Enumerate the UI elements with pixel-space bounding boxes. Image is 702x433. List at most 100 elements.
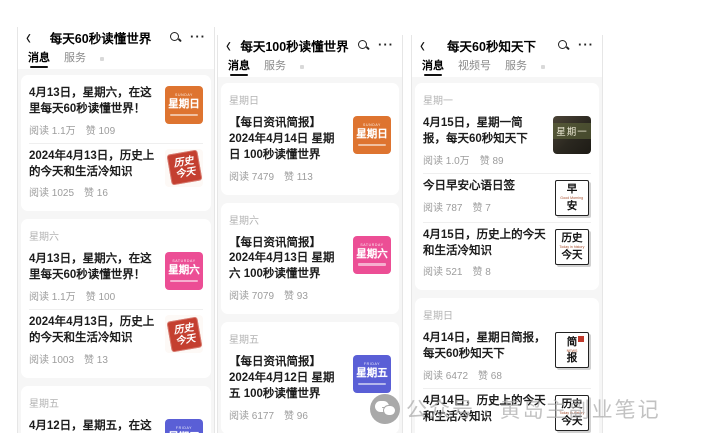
message-section-card: 星期日4月14日，星期日简报，每天60秒知天下阅读 6472赞 68简NEWS报…	[415, 298, 599, 433]
history-today-seal-thumb[interactable]: 历史今天	[165, 149, 203, 187]
tab-消息[interactable]: 消息	[228, 57, 250, 77]
article-text: 4月12日，星期五，在这里每天60秒读懂世界！阅读 1.3万赞 120	[29, 419, 157, 433]
header-icons: ···	[358, 40, 394, 51]
news-brief-card-thumb[interactable]: 简NEWS报	[555, 332, 589, 368]
article-item[interactable]: 4月13日，星期六，在这里每天60秒读懂世界！阅读 1.1万赞 100SATUR…	[29, 247, 203, 309]
tab-服务[interactable]: 服务	[264, 57, 286, 77]
article-title: 4月13日，星期六，在这里每天60秒读懂世界！	[29, 86, 157, 118]
section-weekday-label: 星期一	[423, 89, 591, 111]
article-item[interactable]: 今日早安心语日签阅读 787赞 7早Good Morning安	[423, 173, 591, 222]
card-thumb-subtitle: Today in history	[559, 411, 584, 416]
saturday-thumb[interactable]: SATURDAY星期六	[353, 236, 391, 274]
article-title: 2024年4月13日，历史上的今天和生活冷知识	[29, 149, 157, 181]
card-thumb-subtitle: NEWS	[567, 348, 578, 353]
article-title: 4月14日，历史上的今天和生活冷知识	[423, 394, 547, 426]
article-text: 【每日资讯简报】2024年4月13日 星期六 100秒读懂世界阅读 7079赞 …	[229, 236, 345, 303]
back-button[interactable]: ‹	[26, 27, 31, 48]
more-icon[interactable]: ···	[378, 41, 394, 49]
article-meta: 阅读 7479赞 113	[229, 168, 345, 183]
article-item[interactable]: 4月14日，历史上的今天和生活冷知识阅读 436赞 8历史Today in hi…	[423, 388, 591, 433]
article-item[interactable]: 4月13日，星期六，在这里每天60秒读懂世界！阅读 1.1万赞 109SUNDA…	[29, 81, 203, 143]
back-button[interactable]: ‹	[226, 35, 231, 56]
read-count: 阅读 787	[423, 203, 462, 214]
back-button[interactable]: ‹	[420, 35, 425, 56]
account-panel-1: ‹每天60秒读懂世界···消息服务4月13日，星期六，在这里每天60秒读懂世界！…	[17, 27, 215, 433]
article-meta: 阅读 1025 赞 16	[29, 184, 157, 199]
message-list: 星期一4月15日，星期一简报，每天60秒知天下阅读 1.0万赞 89星期一今日早…	[412, 77, 602, 433]
article-item[interactable]: 4月14日，星期日简报，每天60秒知天下阅读 6472赞 68简NEWS报	[423, 326, 591, 388]
account-title: 每天60秒知天下	[425, 36, 558, 55]
history-today-card-thumb[interactable]: 历史Today in history今天	[555, 229, 589, 265]
article-item[interactable]: 2024年4月13日，历史上的今天和生活冷知识阅读 1025 赞 16 历史今天	[29, 143, 203, 206]
tab-视频号[interactable]: 视频号	[458, 57, 491, 77]
section-weekday-label: 星期六	[229, 209, 391, 231]
message-section-card: 星期六【每日资讯简报】2024年4月13日 星期六 100秒读懂世界阅读 707…	[221, 203, 399, 315]
friday-thumb[interactable]: FRIDAY星期五	[353, 355, 391, 393]
seal-stamp: 历史今天	[166, 316, 202, 352]
thumb-weekday-cn: 星期六	[168, 265, 200, 276]
more-icon[interactable]: ···	[190, 33, 206, 41]
thumb-weekday-cn: 星期五	[356, 368, 388, 379]
like-count: 赞 89	[480, 156, 504, 167]
article-title: 今日早安心语日签	[423, 179, 547, 195]
saturday-thumb[interactable]: SATURDAY星期六	[165, 252, 203, 290]
article-item[interactable]: 【每日资讯简报】2024年4月12日 星期五 100秒读懂世界阅读 6177赞 …	[229, 350, 391, 428]
read-count: 阅读 7479	[229, 172, 274, 183]
tab-服务[interactable]: 服务	[64, 49, 86, 69]
read-count: 阅读 1.1万	[29, 126, 76, 137]
good-morning-card-thumb[interactable]: 早Good Morning安	[555, 180, 589, 216]
header-icons: ···	[170, 32, 206, 43]
section-weekday-label: 星期日	[229, 89, 391, 111]
monday-photo-thumb[interactable]: 星期一	[553, 116, 591, 154]
thumb-weekday-cn: 星期六	[356, 249, 388, 260]
message-section-card: 星期五【每日资讯简报】2024年4月12日 星期五 100秒读懂世界阅读 617…	[221, 322, 399, 433]
article-item[interactable]: 2024年4月13日，历史上的今天和生活冷知识阅读 1003赞 13 历史今天	[29, 309, 203, 372]
thumb-weekday-cn: 星期日	[356, 129, 388, 140]
read-count: 阅读 1025	[29, 188, 74, 199]
search-icon[interactable]	[558, 40, 569, 51]
history-today-card-thumb[interactable]: 历史Today in history今天	[555, 395, 589, 431]
article-meta: 阅读 6472赞 68	[423, 367, 547, 382]
article-text: 今日早安心语日签阅读 787赞 7	[423, 179, 547, 214]
article-item[interactable]: 4月15日，星期一简报，每天60秒知天下阅读 1.0万赞 89星期一	[423, 111, 591, 173]
tab-indicator-dot	[541, 65, 545, 69]
article-item[interactable]: 4月15日，历史上的今天和生活冷知识阅读 521赞 8历史Today in hi…	[423, 222, 591, 285]
article-meta: 阅读 1.1万赞 100	[29, 288, 157, 303]
card-thumb-bottom: 今天	[562, 416, 583, 427]
tab-bar: 消息服务	[218, 55, 402, 77]
more-icon[interactable]: ···	[578, 41, 594, 49]
history-today-seal-thumb[interactable]: 历史今天	[165, 315, 203, 353]
thumb-weekday-cn: 星期日	[168, 99, 200, 110]
article-meta: 阅读 1003赞 13	[29, 351, 157, 366]
read-count: 阅读 1.1万	[29, 292, 76, 303]
search-icon[interactable]	[170, 32, 181, 43]
article-item[interactable]: 4月12日，星期五，在这里每天60秒读懂世界！阅读 1.3万赞 120 FRIDA…	[29, 414, 203, 433]
search-icon[interactable]	[358, 40, 369, 51]
friday-thumb[interactable]: FRIDAY星期五	[165, 419, 203, 433]
article-title: 2024年4月13日，历史上的今天和生活冷知识	[29, 315, 157, 347]
tab-indicator-dot	[300, 65, 304, 69]
thumb-weekday-en: FRIDAY	[176, 427, 192, 431]
thumb-weekday-en: SUNDAY	[363, 124, 381, 128]
article-title: 【每日资讯简报】2024年4月14日 星期日 100秒读懂世界	[229, 116, 345, 164]
like-count: 赞 16	[84, 188, 108, 199]
tab-服务[interactable]: 服务	[505, 57, 527, 77]
card-thumb-bottom: 安	[567, 201, 578, 212]
tab-indicator-dot	[100, 57, 104, 61]
article-text: 4月14日，历史上的今天和生活冷知识阅读 436赞 8	[423, 394, 547, 433]
article-title: 【每日资讯简报】2024年4月13日 星期六 100秒读懂世界	[229, 236, 345, 284]
article-item[interactable]: 【每日资讯简报】2024年4月14日 星期日 100秒读懂世界阅读 7479赞 …	[229, 111, 391, 189]
card-thumb-top: 早	[567, 184, 578, 195]
article-meta: 阅读 6177赞 96	[229, 407, 345, 422]
sunday-thumb[interactable]: SUNDAY星期日	[353, 116, 391, 154]
article-title: 4月12日，星期五，在这里每天60秒读懂世界！	[29, 419, 157, 433]
seal-stamp: 历史今天	[166, 150, 202, 186]
article-text: 4月13日，星期六，在这里每天60秒读懂世界！阅读 1.1万赞 109	[29, 86, 157, 137]
read-count: 阅读 521	[423, 267, 462, 278]
article-item[interactable]: 【每日资讯简报】2024年4月13日 星期六 100秒读懂世界阅读 7079赞 …	[229, 231, 391, 309]
tab-消息[interactable]: 消息	[422, 57, 444, 77]
tab-消息[interactable]: 消息	[28, 49, 50, 69]
thumb-caption-bar	[170, 280, 199, 283]
thumb-weekday-en: SATURDAY	[360, 244, 383, 248]
sunday-thumb[interactable]: SUNDAY星期日	[165, 86, 203, 124]
